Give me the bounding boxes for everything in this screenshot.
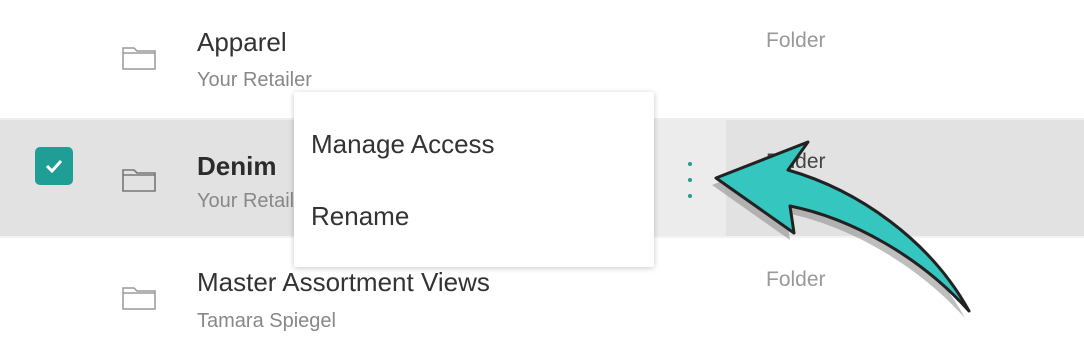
annotation-arrow-icon [712,140,971,318]
folder-icon [122,169,156,192]
item-owner: Tamara Spiegel [197,310,336,332]
item-owner: Your Retailer [197,69,312,91]
item-name[interactable]: Denim [197,151,276,182]
row-checkbox[interactable] [35,147,73,185]
item-name[interactable]: Apparel [197,27,287,58]
item-type: Folder [766,29,826,52]
item-name[interactable]: Master Assortment Views [197,267,490,298]
context-menu: Manage Access Rename [294,92,654,267]
folder-icon [122,287,156,310]
menu-item-manage-access[interactable]: Manage Access [311,129,495,160]
folder-icon [122,47,156,70]
menu-item-rename[interactable]: Rename [311,201,409,232]
checkmark-icon [45,159,63,173]
